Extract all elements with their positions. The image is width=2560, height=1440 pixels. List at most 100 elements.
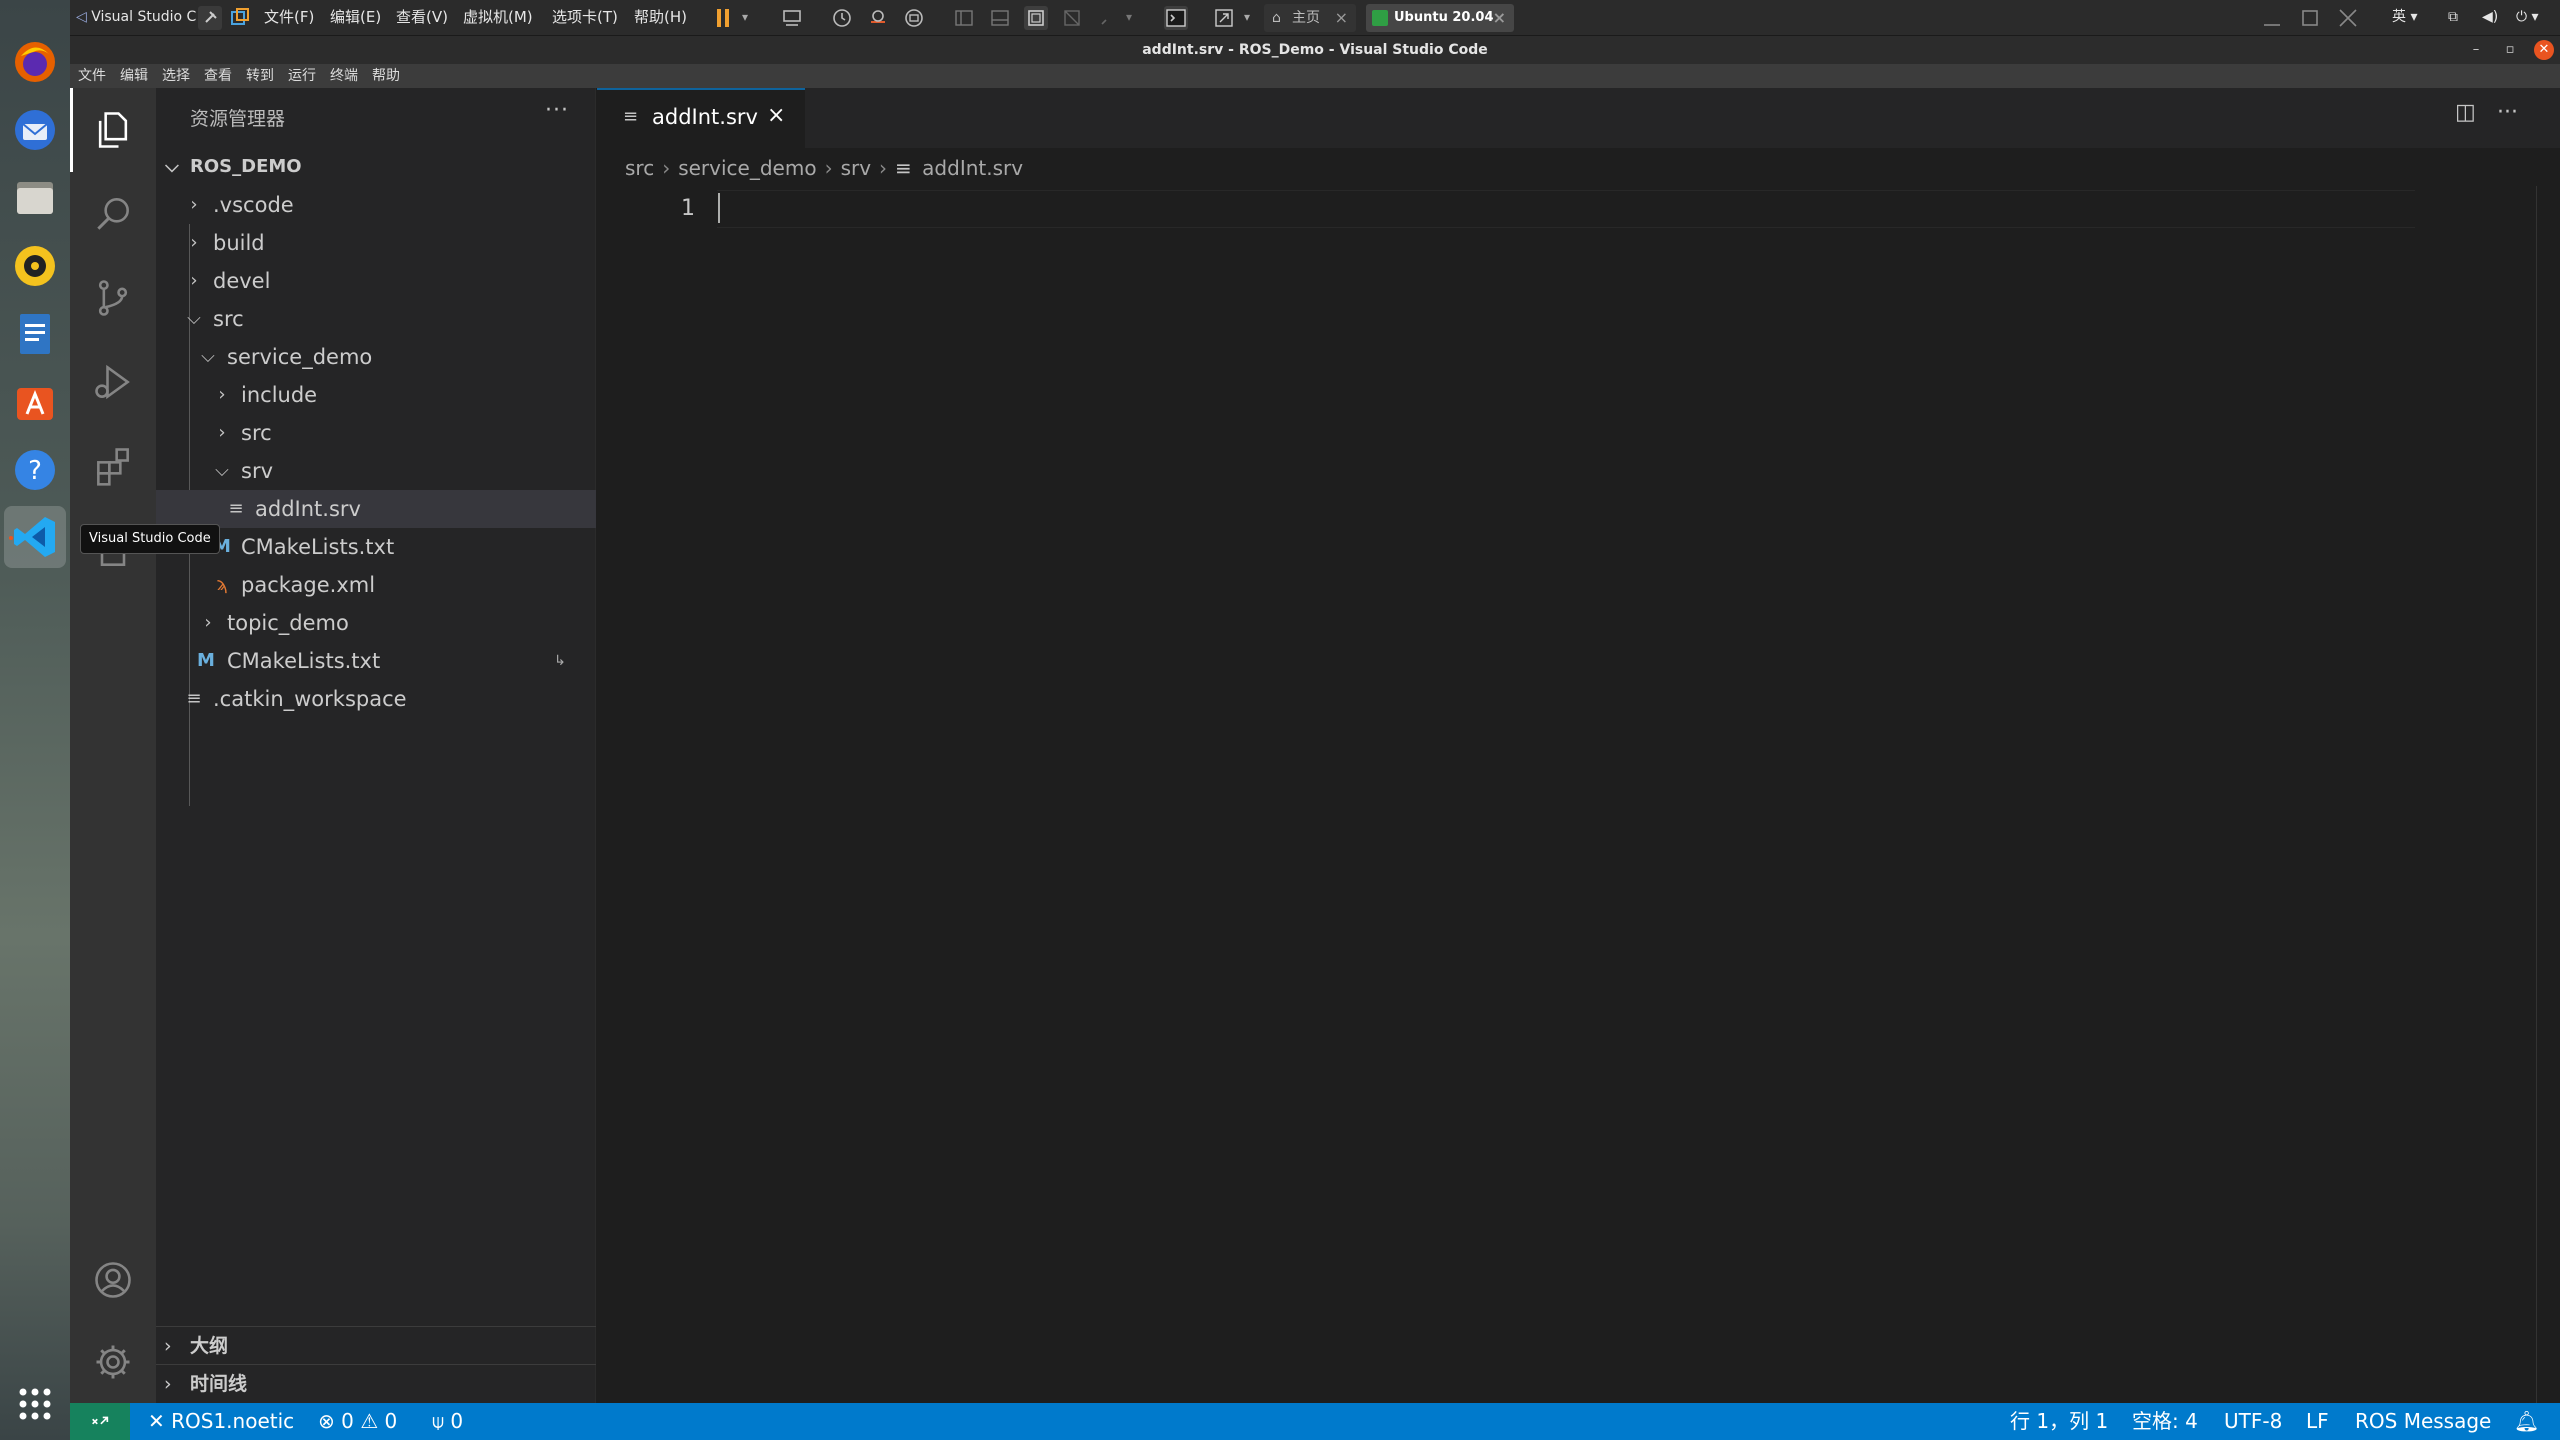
more-actions-icon[interactable]: ··· — [2497, 100, 2518, 125]
end-of-line[interactable]: LF — [2306, 1403, 2329, 1440]
view-sidebar-icon[interactable] — [952, 6, 976, 30]
restore-icon[interactable]: ▫ — [2500, 40, 2520, 60]
vscode-icon[interactable] — [11, 513, 59, 561]
explorer-icon[interactable] — [70, 88, 156, 172]
tree-item-cmakelists-root[interactable]: M CMakeLists.txt ↳ — [156, 642, 596, 680]
firefox-icon[interactable] — [11, 38, 59, 86]
vm-tab-ubuntu[interactable]: Ubuntu 20.04 × — [1366, 4, 1514, 32]
menu-edit[interactable]: 编辑 — [120, 64, 148, 88]
tree-item-srv[interactable]: ⌵ srv — [156, 452, 596, 490]
tree-item-build[interactable]: › build — [156, 224, 596, 262]
tree-item-src[interactable]: ⌵ src — [156, 300, 596, 338]
close-icon[interactable]: × — [1493, 4, 1506, 32]
vm-menu-file[interactable]: 文件(F) — [264, 0, 314, 36]
show-apps-icon[interactable] — [11, 1380, 59, 1428]
breadcrumb-src[interactable]: src — [625, 156, 654, 180]
extensions-icon[interactable] — [70, 424, 156, 508]
tree-item-package-xml[interactable]: ϡ package.xml — [156, 566, 596, 604]
account-icon[interactable] — [70, 1238, 156, 1322]
menu-run[interactable]: 运行 — [288, 64, 316, 88]
files-icon[interactable] — [11, 174, 59, 222]
close-icon[interactable]: × — [1335, 4, 1348, 32]
language-mode[interactable]: ROS Message — [2355, 1403, 2491, 1440]
menu-file[interactable]: 文件 — [78, 64, 106, 88]
ros-env-item[interactable]: ✕ ROS1.noetic — [148, 1403, 294, 1440]
timeline-section[interactable]: › 时间线 — [156, 1364, 596, 1402]
pause-icon[interactable] — [712, 6, 736, 30]
autofit-dropdown-icon[interactable]: ▾ — [1244, 0, 1250, 36]
tree-item-devel[interactable]: › devel — [156, 262, 596, 300]
notifications-bell-icon[interactable]: 🔔︎ — [2514, 1403, 2539, 1440]
vm-menu-edit[interactable]: 编辑(E) — [330, 0, 381, 36]
focused-app-name[interactable]: ◁ Visual Studio C — [76, 0, 196, 36]
tree-item-topic-demo[interactable]: › topic_demo — [156, 604, 596, 642]
menu-view[interactable]: 查看 — [204, 64, 232, 88]
menu-selection[interactable]: 选择 — [162, 64, 190, 88]
run-debug-icon[interactable] — [70, 340, 156, 424]
view-bottom-icon[interactable] — [988, 6, 1012, 30]
fullscreen-icon[interactable] — [1024, 6, 1048, 30]
vm-menu-vm[interactable]: 虚拟机(M) — [463, 0, 533, 36]
thunderbird-icon[interactable] — [11, 106, 59, 154]
network-icon[interactable]: ⧉ — [2448, 0, 2458, 36]
pause-dropdown-icon[interactable]: ▾ — [742, 0, 748, 36]
vm-menu-view[interactable]: 查看(V) — [396, 0, 448, 36]
settings-gear-icon[interactable] — [70, 1320, 156, 1404]
minimize-icon[interactable]: – — [2466, 40, 2486, 60]
autofit-icon[interactable] — [1212, 6, 1236, 30]
close-tab-icon[interactable]: × — [767, 103, 785, 128]
menu-terminal[interactable]: 终端 — [330, 64, 358, 88]
outline-section[interactable]: › 大纲 — [156, 1326, 596, 1364]
power-icon[interactable]: ⏻ ▾ — [2516, 0, 2539, 36]
breadcrumb-file[interactable]: addInt.srv — [922, 156, 1023, 180]
editor-text-area[interactable] — [597, 186, 2560, 1403]
breadcrumb-service-demo[interactable]: service_demo — [678, 156, 816, 180]
snapshot-manager-icon[interactable] — [902, 6, 926, 30]
close-window-icon[interactable] — [2336, 6, 2360, 30]
pin-icon[interactable] — [198, 6, 222, 30]
ports-item[interactable]: ⍦ 0 — [432, 1403, 463, 1440]
stretch-icon[interactable] — [1096, 6, 1120, 30]
ubuntu-software-icon[interactable] — [11, 378, 59, 426]
snapshot-icon[interactable] — [830, 6, 854, 30]
vmware-icon[interactable] — [228, 6, 252, 30]
source-control-icon[interactable] — [70, 256, 156, 340]
libreoffice-writer-icon[interactable] — [11, 310, 59, 358]
vm-tab-home[interactable]: ⌂ 主页 × — [1264, 4, 1356, 32]
rhythmbox-icon[interactable] — [11, 242, 59, 290]
vm-menu-help[interactable]: 帮助(H) — [634, 0, 687, 36]
close-icon[interactable]: ✕ — [2534, 40, 2554, 60]
console-icon[interactable] — [1164, 6, 1188, 30]
problems-item[interactable]: ⊗ 0 ⚠ 0 — [318, 1403, 397, 1440]
indentation[interactable]: 空格: 4 — [2132, 1403, 2198, 1440]
input-method-indicator[interactable]: 英 ▾ — [2392, 0, 2417, 36]
minimize-icon[interactable] — [2260, 6, 2284, 30]
revert-snapshot-icon[interactable] — [866, 6, 890, 30]
search-icon[interactable] — [70, 172, 156, 256]
tree-item-service-demo[interactable]: ⌵ service_demo — [156, 338, 596, 376]
menu-go[interactable]: 转到 — [246, 64, 274, 88]
unity-icon[interactable] — [1060, 6, 1084, 30]
stretch-dropdown-icon[interactable]: ▾ — [1126, 0, 1132, 36]
workspace-root[interactable]: ⌵ ROS_DEMO — [156, 148, 596, 186]
tree-item-cmakelists-inner[interactable]: M CMakeLists.txt — [156, 528, 596, 566]
editor-scrollbar[interactable] — [2536, 186, 2537, 1403]
maximize-icon[interactable] — [2298, 6, 2322, 30]
tree-item-catkin-workspace[interactable]: ≡ .catkin_workspace — [156, 680, 596, 718]
volume-icon[interactable]: ◀) — [2482, 0, 2498, 36]
editor-tab-addint[interactable]: ≡ addInt.srv × — [597, 88, 805, 148]
more-actions-button[interactable]: ··· — [545, 98, 569, 123]
send-keys-icon[interactable] — [780, 6, 804, 30]
split-editor-icon[interactable]: ◫ — [2455, 100, 2476, 125]
tree-item-include[interactable]: › include — [156, 376, 596, 414]
encoding[interactable]: UTF-8 — [2224, 1403, 2282, 1440]
tree-item-addint-srv[interactable]: ≡ addInt.srv — [156, 490, 596, 528]
help-icon[interactable]: ? — [11, 446, 59, 494]
tree-item-src-inner[interactable]: › src — [156, 414, 596, 452]
tree-item-vscode[interactable]: › .vscode — [156, 186, 596, 224]
cursor-position[interactable]: 行 1，列 1 — [2010, 1403, 2108, 1440]
vm-menu-tabs[interactable]: 选项卡(T) — [552, 0, 618, 36]
breadcrumb-srv[interactable]: srv — [841, 156, 871, 180]
remote-indicator-icon[interactable] — [70, 1403, 130, 1440]
menu-help[interactable]: 帮助 — [372, 64, 400, 88]
